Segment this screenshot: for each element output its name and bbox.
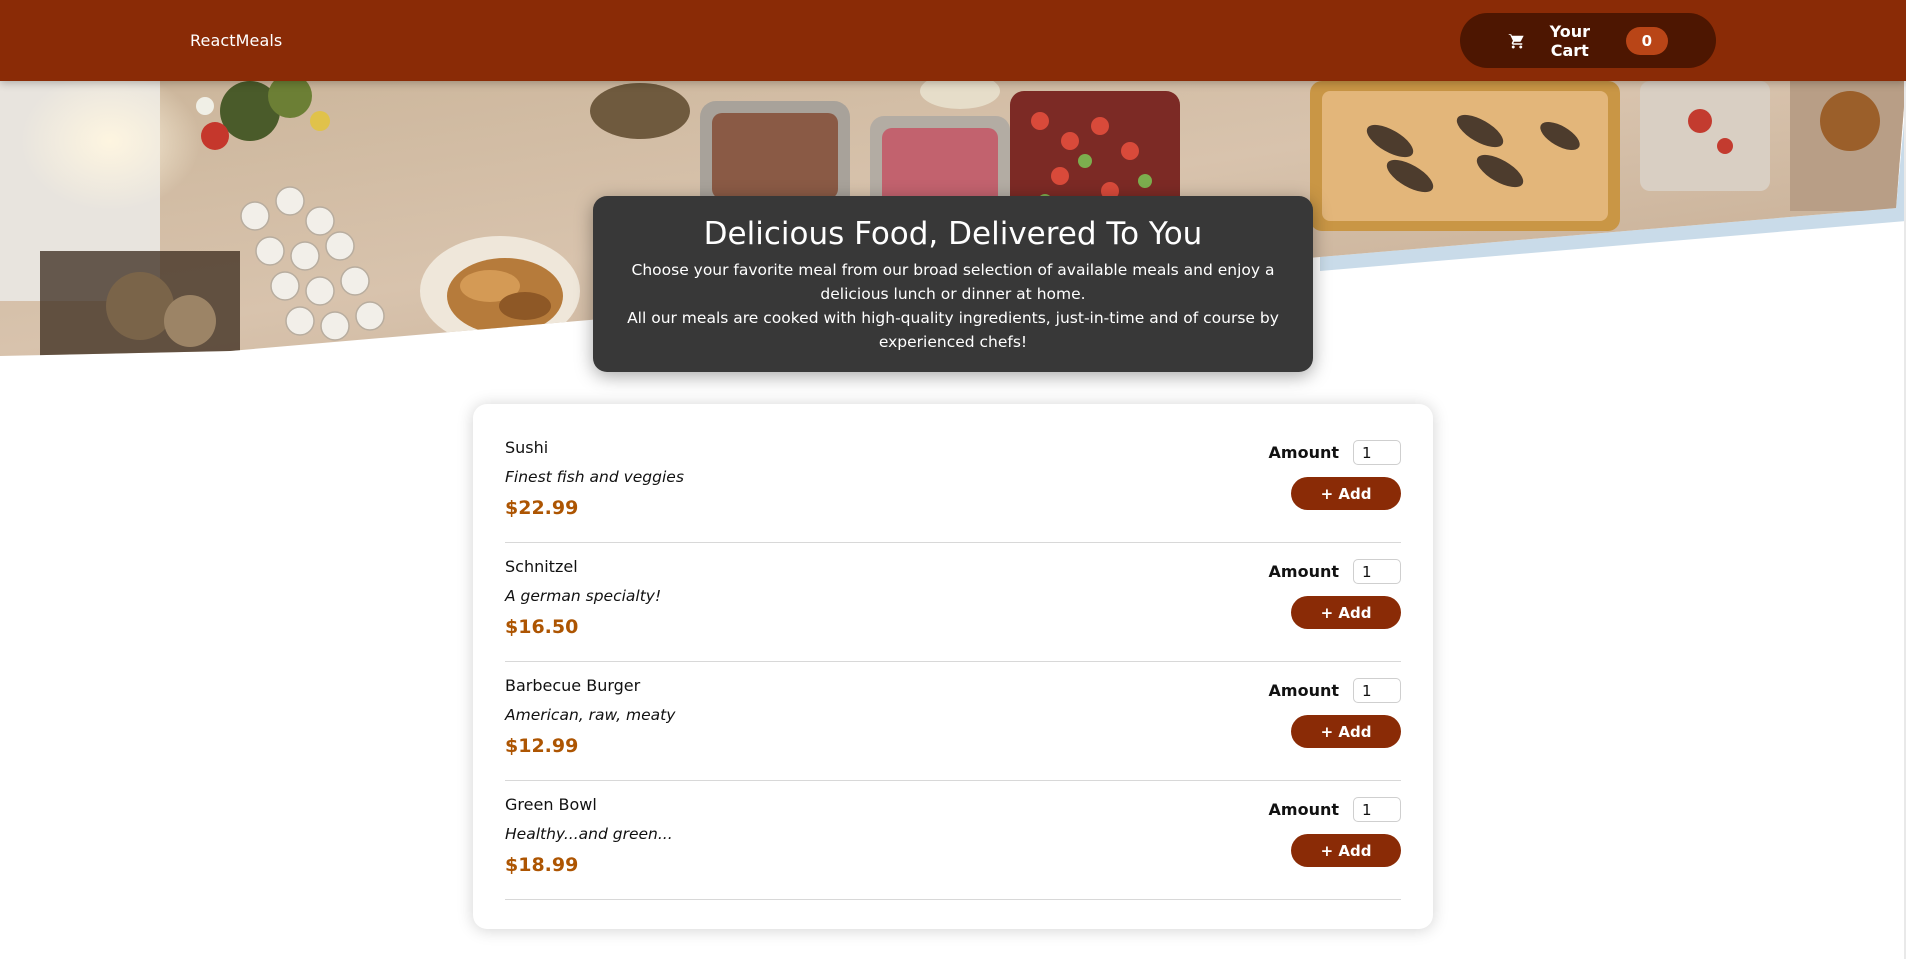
meal-price: $22.99 <box>505 497 579 519</box>
summary-title: Delicious Food, Delivered To You <box>703 216 1203 252</box>
meals-card: Sushi Finest fish and veggies $22.99 Amo… <box>473 404 1433 929</box>
meal-price: $12.99 <box>505 735 579 757</box>
meal-name: Green Bowl <box>505 795 597 814</box>
amount-input[interactable] <box>1353 678 1401 703</box>
amount-label: Amount <box>1268 562 1339 581</box>
cart-button[interactable]: Your Cart 0 <box>1460 13 1716 68</box>
shopping-cart-icon <box>1508 32 1526 50</box>
summary-card: Delicious Food, Delivered To You Choose … <box>593 196 1313 372</box>
meal-description: A german specialty! <box>505 587 662 605</box>
meal-info: Sushi Finest fish and veggies $22.99 <box>505 438 684 542</box>
amount-label: Amount <box>1268 800 1339 819</box>
meal-description: American, raw, meaty <box>505 706 676 724</box>
summary-paragraph-1: Choose your favorite meal from our broad… <box>631 261 1275 303</box>
meal-item: Schnitzel A german specialty! $16.50 Amo… <box>505 543 1401 662</box>
meal-form: Amount + Add <box>1269 795 1401 899</box>
meal-item: Barbecue Burger American, raw, meaty $12… <box>505 662 1401 781</box>
meal-name: Sushi <box>505 438 549 457</box>
amount-input[interactable] <box>1353 440 1401 465</box>
amount-input[interactable] <box>1353 559 1401 584</box>
summary-paragraph-2: All our meals are cooked with high-quali… <box>627 309 1279 351</box>
app-header: ReactMeals Your Cart 0 <box>0 0 1906 81</box>
amount-label: Amount <box>1268 443 1339 462</box>
amount-row: Amount <box>1269 440 1401 465</box>
amount-label: Amount <box>1268 681 1339 700</box>
amount-row: Amount <box>1269 678 1401 703</box>
brand-title: ReactMeals <box>190 31 283 50</box>
add-button[interactable]: + Add <box>1291 834 1401 867</box>
meal-form: Amount + Add <box>1269 557 1401 661</box>
meal-info: Barbecue Burger American, raw, meaty $12… <box>505 676 675 780</box>
add-button[interactable]: + Add <box>1291 596 1401 629</box>
meal-form: Amount + Add <box>1269 438 1401 542</box>
amount-row: Amount <box>1269 797 1401 822</box>
meal-name: Barbecue Burger <box>505 676 641 695</box>
amount-row: Amount <box>1269 559 1401 584</box>
meal-form: Amount + Add <box>1269 676 1401 780</box>
cart-label: Your Cart <box>1549 21 1590 60</box>
meal-name: Schnitzel <box>505 557 578 576</box>
add-button[interactable]: + Add <box>1291 715 1401 748</box>
meal-price: $18.99 <box>505 854 579 876</box>
meal-info: Green Bowl Healthy...and green... $18.99 <box>505 795 673 899</box>
meal-price: $16.50 <box>505 616 579 638</box>
meal-description: Healthy...and green... <box>505 825 673 843</box>
meal-item: Green Bowl Healthy...and green... $18.99… <box>505 781 1401 900</box>
meal-item: Sushi Finest fish and veggies $22.99 Amo… <box>505 424 1401 543</box>
meal-description: Finest fish and veggies <box>505 468 684 486</box>
meal-info: Schnitzel A german specialty! $16.50 <box>505 557 661 661</box>
meal-list: Sushi Finest fish and veggies $22.99 Amo… <box>505 424 1401 900</box>
add-button[interactable]: + Add <box>1291 477 1401 510</box>
cart-count-badge: 0 <box>1625 26 1668 55</box>
amount-input[interactable] <box>1353 797 1401 822</box>
